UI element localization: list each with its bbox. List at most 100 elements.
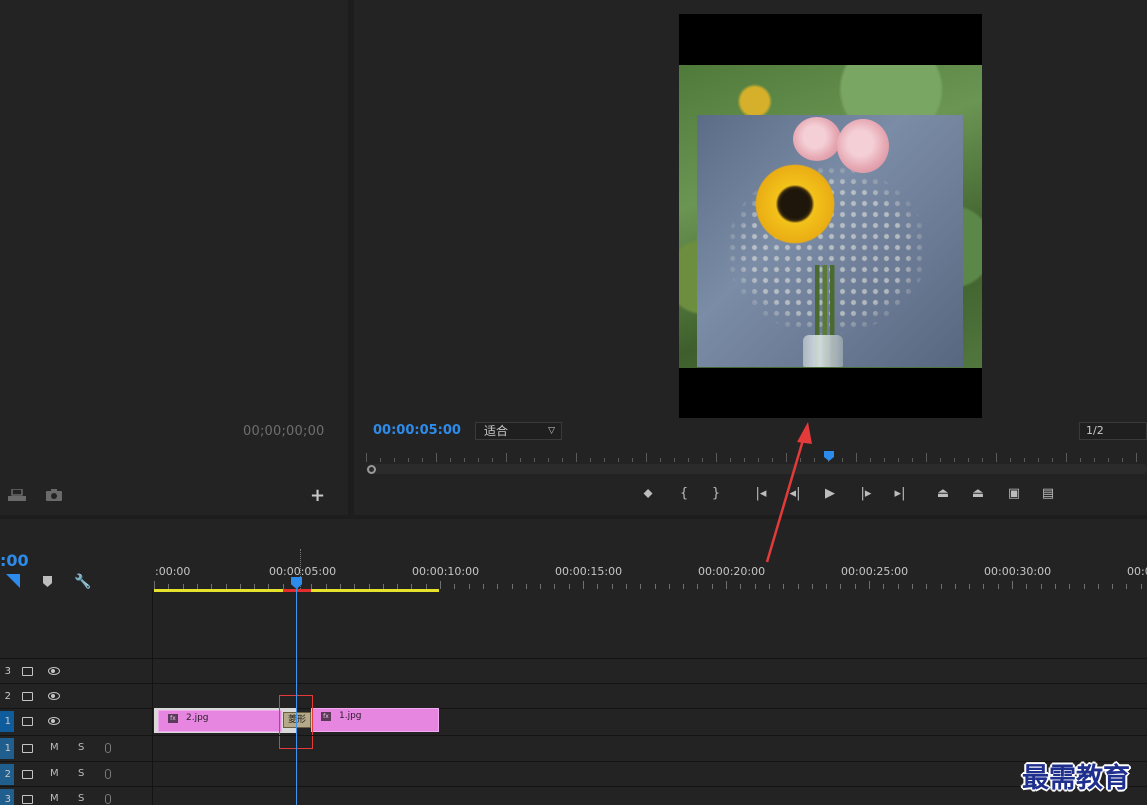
comparison-view-button[interactable]: ▤ <box>1039 486 1057 501</box>
wrench-icon[interactable]: 🔧 <box>74 574 91 590</box>
fit-zoom-select[interactable]: 适合 ▽ <box>475 422 562 440</box>
play-button[interactable]: ▶ <box>821 486 839 501</box>
mute-button[interactable]: M <box>50 793 59 804</box>
track-a3[interactable]: 3 M S <box>0 786 1147 805</box>
program-video-frame[interactable] <box>679 14 982 418</box>
ruler-tick <box>1126 584 1128 589</box>
export-frame-button[interactable]: ▣ <box>1005 486 1023 501</box>
ruler-tick <box>154 581 155 589</box>
ruler-label: 00:00:30:00 <box>984 565 1052 578</box>
ruler-tick <box>911 584 913 589</box>
track-number[interactable]: 2 <box>0 686 14 707</box>
track-v3[interactable]: 3 <box>0 658 1147 683</box>
track-number[interactable]: 3 <box>0 789 14 805</box>
ruler-tick <box>482 584 484 589</box>
ruler-tick <box>683 584 685 589</box>
track-number[interactable]: 3 <box>0 661 14 682</box>
ruler-tick <box>468 584 470 589</box>
eye-icon[interactable] <box>48 692 60 700</box>
extract-button[interactable]: ⏏ <box>969 486 987 501</box>
ruler-tick <box>870 458 871 462</box>
track-a1[interactable]: 1 M S <box>0 735 1147 760</box>
add-button[interactable]: + <box>310 485 325 506</box>
ruler-tick <box>450 458 451 462</box>
eye-icon[interactable] <box>48 717 60 725</box>
glass-vase <box>803 335 843 367</box>
sync-lock-icon[interactable] <box>22 744 33 753</box>
ruler-tick <box>632 458 633 462</box>
ruler-tick <box>394 458 395 462</box>
track-a2[interactable]: 2 M S <box>0 761 1147 786</box>
ruler-tick <box>1108 458 1109 462</box>
sync-lock-icon[interactable] <box>22 667 33 676</box>
mark-in-button[interactable]: { <box>675 486 693 501</box>
add-marker-button[interactable]: ⬥ <box>639 486 657 501</box>
scrollbar-handle[interactable] <box>367 465 376 474</box>
program-zoom-scrollbar[interactable] <box>366 464 1147 474</box>
resolution-value: 1/2 <box>1086 424 1104 437</box>
sync-lock-icon[interactable] <box>22 770 33 779</box>
sync-lock-icon[interactable] <box>22 795 33 804</box>
ruler-tick <box>884 458 885 462</box>
solo-button[interactable]: S <box>78 768 84 779</box>
clip-2-jpg[interactable]: fx 2.jpg <box>158 710 282 732</box>
microphone-icon[interactable] <box>105 769 111 779</box>
go-to-in-button[interactable]: |◂ <box>752 486 770 501</box>
clip-1-jpg[interactable]: fx 1.jpg <box>311 708 439 732</box>
ruler-tick <box>940 458 941 462</box>
program-time-ruler[interactable] <box>366 450 1147 464</box>
ruler-tick <box>783 584 785 589</box>
sync-lock-icon[interactable] <box>22 692 33 701</box>
track-number[interactable]: 2 <box>0 764 14 785</box>
track-v2[interactable]: 2 <box>0 683 1147 708</box>
step-back-button[interactable]: ◂| <box>786 486 804 501</box>
mute-button[interactable]: M <box>50 768 59 779</box>
go-to-out-button[interactable]: ▸| <box>891 486 909 501</box>
program-timecode[interactable]: 00:00:05:00 <box>373 423 461 438</box>
ruler-tick <box>898 458 899 462</box>
ruler-tick <box>826 584 828 589</box>
ruler-tick <box>883 584 885 589</box>
ruler-tick <box>754 584 756 589</box>
source-timecode[interactable]: 00;00;00;00 <box>243 424 325 439</box>
ruler-tick <box>654 584 656 589</box>
ruler-tick <box>1010 458 1011 462</box>
program-monitor-panel: 00:00:05:00 适合 ▽ 1/2 ⬥ { } |◂ ◂| ▶ |▸ ▸|… <box>354 0 1147 515</box>
playback-resolution-select[interactable]: 1/2 <box>1079 422 1147 440</box>
sync-lock-icon[interactable] <box>22 717 33 726</box>
camera-icon[interactable] <box>45 489 63 501</box>
track-number[interactable]: 1 <box>0 711 14 732</box>
microphone-icon[interactable] <box>105 794 111 804</box>
ruler-tick <box>583 581 584 589</box>
solo-button[interactable]: S <box>78 793 84 804</box>
ruler-label: 00:00:10:00 <box>412 565 480 578</box>
step-forward-button[interactable]: |▸ <box>857 486 875 501</box>
mark-out-button[interactable]: } <box>707 486 725 501</box>
ruler-tick <box>625 584 627 589</box>
timeline-ruler[interactable]: :00:00 00:00:05:00 00:00:10:00 00:00:15:… <box>154 559 1147 591</box>
ruler-tick <box>436 453 437 462</box>
lift-button[interactable]: ⏏ <box>934 486 952 501</box>
eye-icon[interactable] <box>48 667 60 675</box>
ruler-tick <box>768 584 770 589</box>
ruler-tick <box>1024 458 1025 462</box>
ruler-tick <box>492 458 493 462</box>
timeline-timecode[interactable]: :00 <box>0 551 29 570</box>
ruler-tick <box>618 458 619 462</box>
ruler-tick <box>1097 584 1099 589</box>
ruler-label: 00:0 <box>1127 565 1147 578</box>
microphone-icon[interactable] <box>105 743 111 753</box>
ruler-tick <box>520 458 521 462</box>
solo-button[interactable]: S <box>78 742 84 753</box>
ruler-tick <box>454 584 456 589</box>
export-frame-icon[interactable] <box>8 489 26 501</box>
mute-button[interactable]: M <box>50 742 59 753</box>
ruler-tick <box>540 584 542 589</box>
track-number[interactable]: 1 <box>0 738 14 759</box>
marker-icon[interactable] <box>43 576 52 587</box>
ruler-tick <box>525 584 527 589</box>
snap-icon[interactable] <box>6 574 20 588</box>
ruler-tick <box>597 584 599 589</box>
ruler-tick <box>983 584 985 589</box>
ruler-tick <box>1140 584 1142 589</box>
